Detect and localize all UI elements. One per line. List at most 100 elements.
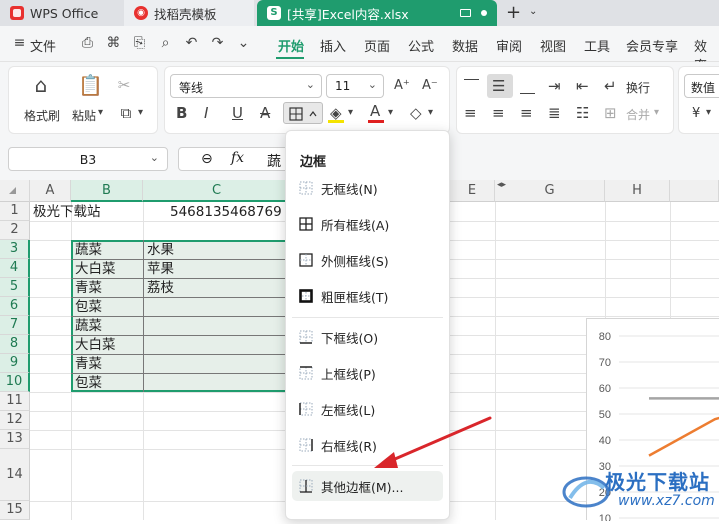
wrap-icon[interactable]: ↵ — [604, 77, 617, 95]
new-tab-icon[interactable]: + — [506, 2, 521, 23]
chevron-down-icon[interactable]: ▾ — [348, 104, 353, 122]
formula-input[interactable]: ⊖ fx 蔬 — [178, 147, 288, 171]
cell-b6[interactable]: 包菜 — [75, 298, 102, 316]
format-painter-icon[interactable]: ⌂ — [30, 75, 52, 95]
cell-b10[interactable]: 包菜 — [75, 374, 102, 392]
align-bottom-icon[interactable]: ⎽ — [520, 77, 535, 95]
redo-icon[interactable]: ↷ — [210, 36, 225, 51]
row-header[interactable]: 5 — [0, 278, 30, 297]
copy-icon[interactable]: ⧉ — [118, 104, 134, 122]
row-header[interactable]: 2 — [0, 221, 30, 240]
column-header-a[interactable]: A — [30, 180, 71, 202]
print-icon[interactable]: ⎘ — [132, 36, 147, 51]
italic-icon[interactable]: I — [204, 104, 208, 122]
chevron-down-icon[interactable]: ▾ — [428, 104, 433, 122]
wrap-text-label[interactable]: 换行 — [626, 79, 650, 96]
menu-file[interactable]: 文件 — [30, 36, 56, 55]
align-right-icon[interactable]: ≡ — [520, 104, 533, 122]
row-header[interactable]: 4 — [0, 259, 30, 278]
menu-tab-member[interactable]: 会员专享 — [626, 36, 678, 55]
align-center-icon[interactable]: ≡ — [492, 104, 505, 122]
chevron-down-icon[interactable]: ⌄ — [150, 151, 159, 164]
row-header[interactable]: 13 — [0, 430, 30, 449]
select-all-corner[interactable] — [0, 180, 30, 202]
number-format-select[interactable]: 数值 — [684, 74, 719, 98]
menu-item-all-borders[interactable]: 所有框线(A) — [292, 209, 443, 239]
decrease-font-icon[interactable]: A⁻ — [422, 77, 438, 95]
paste-label[interactable]: 粘贴 — [72, 107, 96, 124]
cell-a1[interactable]: 极光下载站 — [33, 203, 101, 221]
menu-tab-formula[interactable]: 公式 — [408, 36, 434, 55]
menu-tab-page[interactable]: 页面 — [364, 36, 390, 55]
menu-tab-data[interactable]: 数据 — [452, 36, 478, 55]
column-header-g[interactable]: G — [495, 180, 605, 202]
align-middle-icon[interactable]: ☰ — [492, 77, 505, 95]
series-line[interactable] — [648, 398, 719, 457]
cell-b5[interactable]: 青菜 — [75, 279, 102, 297]
chevron-down-icon[interactable]: ⌄ — [529, 6, 537, 17]
chevron-down-icon[interactable]: ▾ — [706, 104, 711, 122]
format-painter-label[interactable]: 格式刷 — [24, 107, 60, 124]
row-header[interactable]: 10 — [0, 373, 30, 392]
row-header[interactable]: 3 — [0, 240, 30, 259]
distributed-icon[interactable]: ☷ — [576, 104, 589, 122]
undo-icon[interactable]: ↶ — [184, 36, 199, 51]
menu-tab-view[interactable]: 视图 — [540, 36, 566, 55]
justify-icon[interactable]: ≣ — [548, 104, 561, 122]
menu-tab-insert[interactable]: 插入 — [320, 36, 346, 55]
bold-icon[interactable]: B — [176, 104, 187, 122]
tab-excel-file[interactable]: S [共享]Excel内容.xlsx — [257, 0, 497, 26]
cell-b8[interactable]: 大白菜 — [75, 336, 116, 354]
hidden-column-marker-icon[interactable]: ◂▸ — [497, 180, 506, 190]
border-button[interactable] — [283, 102, 323, 124]
row-header[interactable]: 12 — [0, 411, 30, 430]
menu-tab-tools[interactable]: 工具 — [584, 36, 610, 55]
column-header-b[interactable]: B — [71, 180, 143, 202]
chevron-down-icon[interactable]: ▾ — [654, 104, 659, 122]
tab-wps-office[interactable]: WPS Office — [0, 0, 120, 26]
cut-icon[interactable]: ✂ — [116, 76, 132, 94]
cell-b4[interactable]: 大白菜 — [75, 260, 116, 278]
menu-item-outside-borders[interactable]: 外侧框线(S) — [292, 245, 443, 275]
indent-icon[interactable]: ⇥ — [548, 77, 561, 95]
font-size-select[interactable]: 11 ⌄ — [326, 74, 384, 98]
chevron-down-icon[interactable]: ▾ — [388, 104, 393, 122]
cell-b7[interactable]: 蔬菜 — [75, 317, 102, 335]
column-header-next[interactable] — [670, 180, 719, 202]
name-box[interactable]: B3 ⌄ — [8, 147, 168, 171]
cell-c3[interactable]: 水果 — [147, 241, 174, 259]
column-header-c[interactable]: C — [143, 180, 291, 202]
align-left-icon[interactable]: ≡ — [464, 104, 477, 122]
strikethrough-icon[interactable]: A — [260, 104, 270, 122]
row-header[interactable]: 15 — [0, 501, 30, 520]
cell-b3[interactable]: 蔬菜 — [75, 241, 102, 259]
row-header[interactable]: 9 — [0, 354, 30, 373]
cell-c4[interactable]: 苹果 — [147, 260, 174, 278]
clear-format-icon[interactable]: ◇ — [410, 104, 422, 122]
row-header[interactable]: 8 — [0, 335, 30, 354]
cell-c1[interactable]: 5468135468769 — [170, 203, 282, 221]
merge-label[interactable]: 合并 — [626, 106, 650, 123]
row-header[interactable]: 11 — [0, 392, 30, 411]
share-icon[interactable]: ⌘ — [106, 36, 121, 51]
font-color-icon[interactable]: A — [370, 102, 380, 120]
tab-templates[interactable]: ◉ 找稻壳模板 — [124, 0, 254, 26]
function-icon[interactable]: fx — [231, 150, 244, 166]
chevron-down-icon[interactable]: ⌄ — [236, 36, 251, 51]
merge-icon[interactable]: ⊞ — [604, 104, 617, 122]
chevron-down-icon[interactable]: ▾ — [138, 104, 143, 122]
row-header[interactable]: 1 — [0, 202, 30, 221]
menu-tab-review[interactable]: 审阅 — [496, 36, 522, 55]
print-preview-icon[interactable]: ⌕ — [158, 36, 173, 51]
row-header[interactable]: 14 — [0, 449, 30, 501]
save-icon[interactable]: ⎙ — [80, 36, 95, 51]
cell-c5[interactable]: 荔枝 — [147, 279, 174, 297]
menu-tab-home[interactable]: 开始 — [278, 36, 304, 55]
underline-icon[interactable]: U — [232, 104, 243, 122]
align-top-icon[interactable]: ⎺ — [464, 77, 479, 95]
chevron-down-icon[interactable]: ▾ — [98, 104, 103, 122]
row-header[interactable]: 7 — [0, 316, 30, 335]
hamburger-icon[interactable]: ≡ — [12, 36, 27, 51]
column-header-h[interactable]: H — [605, 180, 670, 202]
cell-b9[interactable]: 青菜 — [75, 355, 102, 373]
